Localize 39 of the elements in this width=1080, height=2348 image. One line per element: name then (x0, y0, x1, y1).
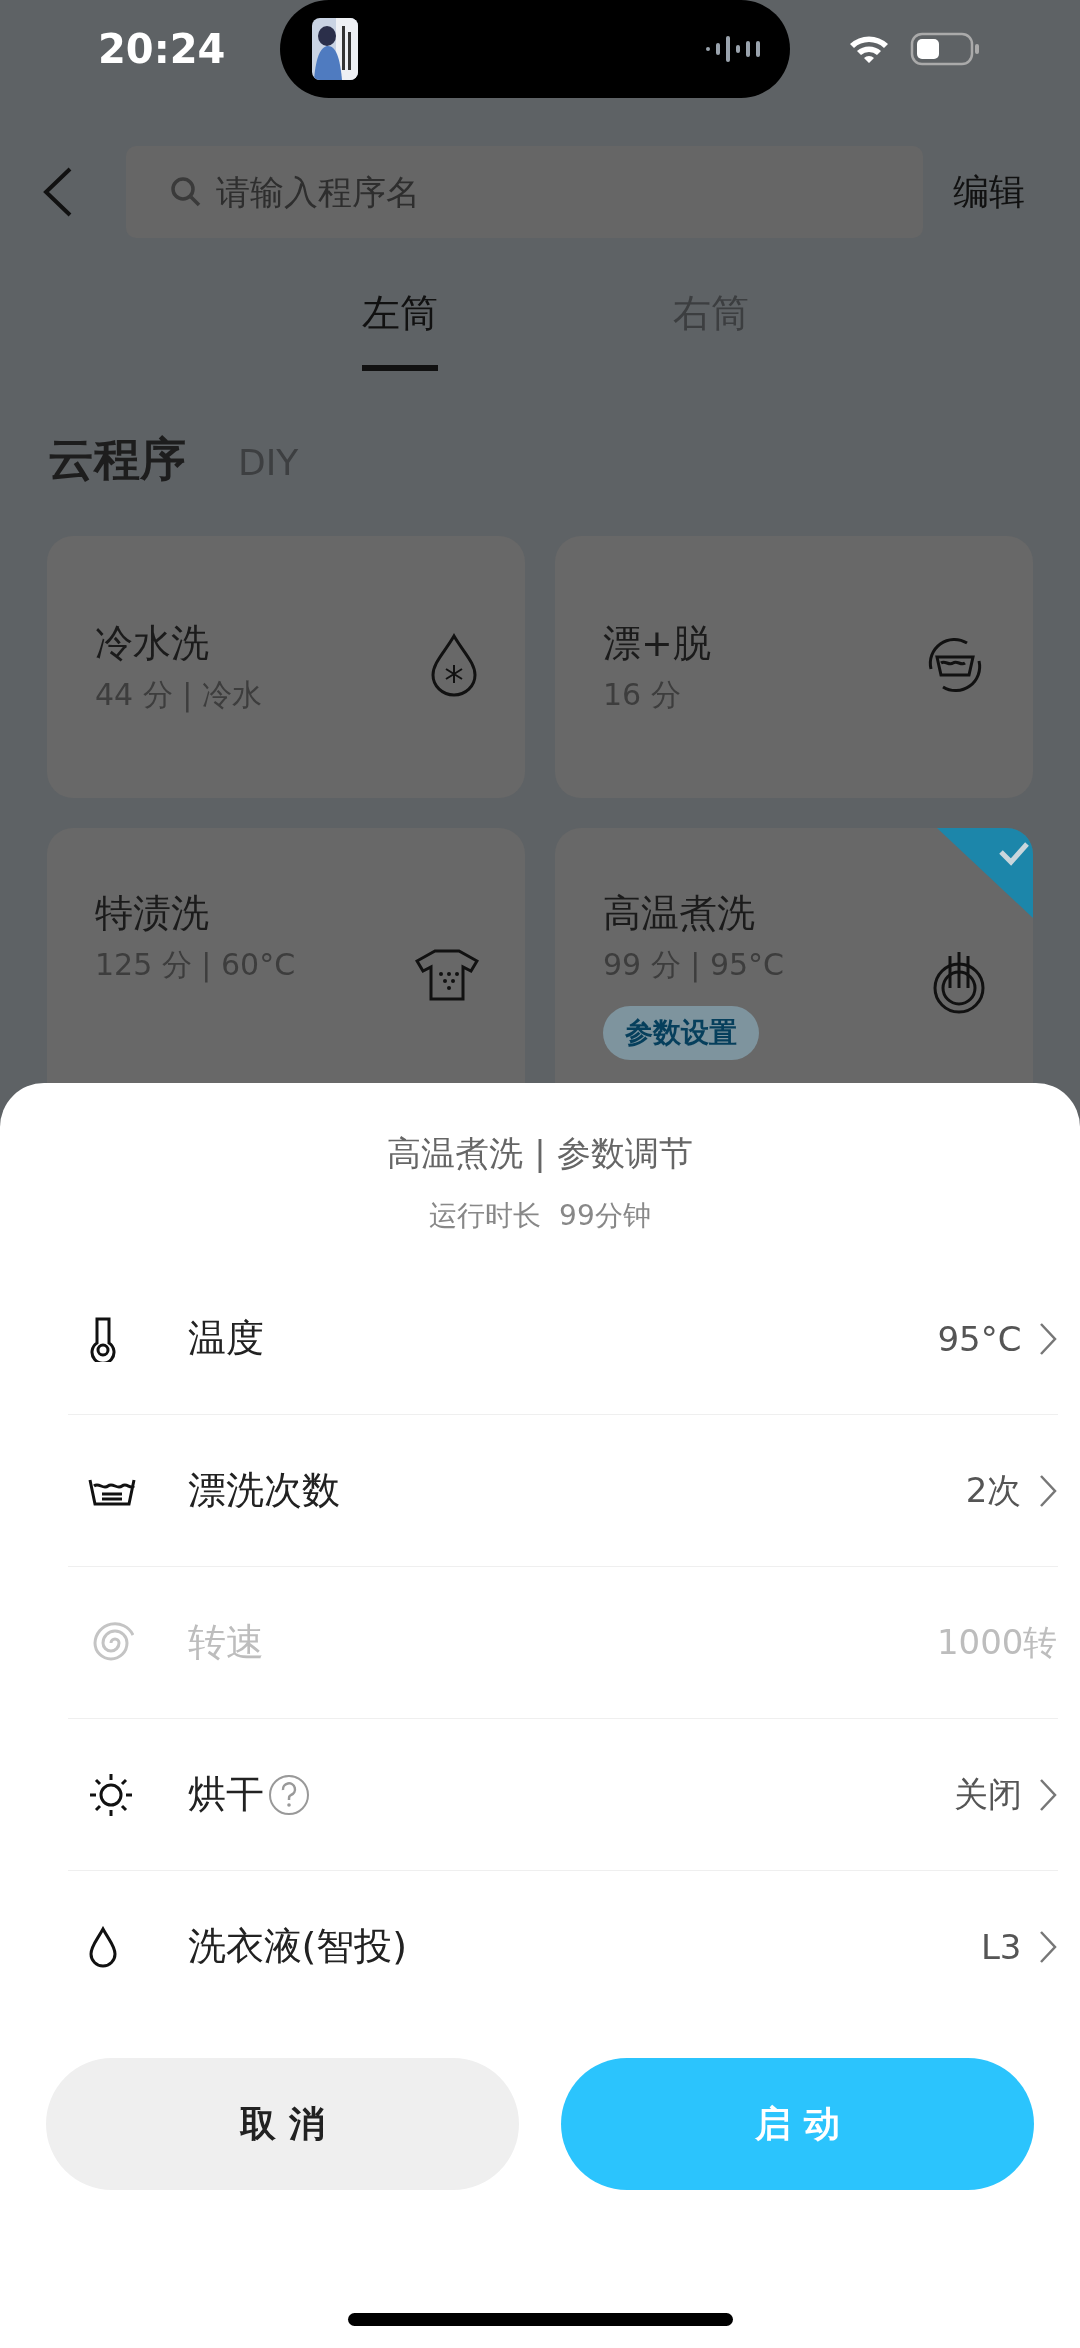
cancel-button[interactable]: 取 消 (46, 2058, 519, 2190)
sun-icon (87, 1771, 134, 1818)
run-duration: 运行时长 99分钟 (429, 1198, 651, 1234)
selected-check-icon (937, 828, 1033, 918)
program-name: 特渍洗 (95, 890, 210, 937)
parameter-value: 1000转 (936, 1620, 1058, 1664)
parameter-row[interactable]: 温度 95°C (67, 1263, 1058, 1415)
parameter-label: 温度 (187, 1315, 264, 1362)
edit-button[interactable]: 编辑 (953, 167, 1025, 217)
audio-wave-icon (706, 36, 760, 62)
parameter-label: 漂洗次数 (187, 1467, 340, 1514)
search-icon (170, 176, 202, 208)
program-name: 冷水洗 (95, 620, 210, 667)
parameter-label: 转速 (187, 1619, 264, 1666)
thermometer-icon (87, 1315, 118, 1362)
program-name: 漂+脱 (603, 620, 711, 667)
droplet-snowflake-icon (429, 633, 479, 697)
parameter-row[interactable]: 洗衣液(智投) L3 (67, 1871, 1058, 2022)
parameter-row[interactable]: 烘干 关闭 (67, 1719, 1058, 1871)
drum-tab[interactable]: 左筒 (361, 288, 438, 371)
start-button[interactable]: 启 动 (561, 2058, 1034, 2190)
help-icon[interactable] (267, 1773, 310, 1816)
parameter-value: 95°C (937, 1318, 1022, 1359)
parameter-label: 洗衣液(智投) (187, 1923, 408, 1970)
parameter-value: L3 (980, 1926, 1022, 1967)
parameter-label: 烘干 (187, 1771, 264, 1818)
parameter-value: 2次 (965, 1468, 1022, 1512)
status-time: 20:24 (98, 26, 227, 72)
settings-button[interactable]: 参数设置 (603, 1006, 759, 1060)
section-tab[interactable]: 云程序 (48, 429, 186, 491)
sheet-title: 高温煮洗 | 参数调节 (387, 1132, 693, 1175)
stained-shirt-icon (415, 948, 479, 1002)
battery-icon (910, 32, 980, 66)
droplet-icon (87, 1925, 118, 1968)
parameter-row[interactable]: 漂洗次数 2次 (67, 1415, 1058, 1567)
wifi-icon (848, 34, 890, 64)
program-name: 高温煮洗 (603, 890, 756, 937)
parameter-value: 关闭 (953, 1772, 1022, 1816)
search-field[interactable]: 请输入程序名 (126, 146, 923, 238)
